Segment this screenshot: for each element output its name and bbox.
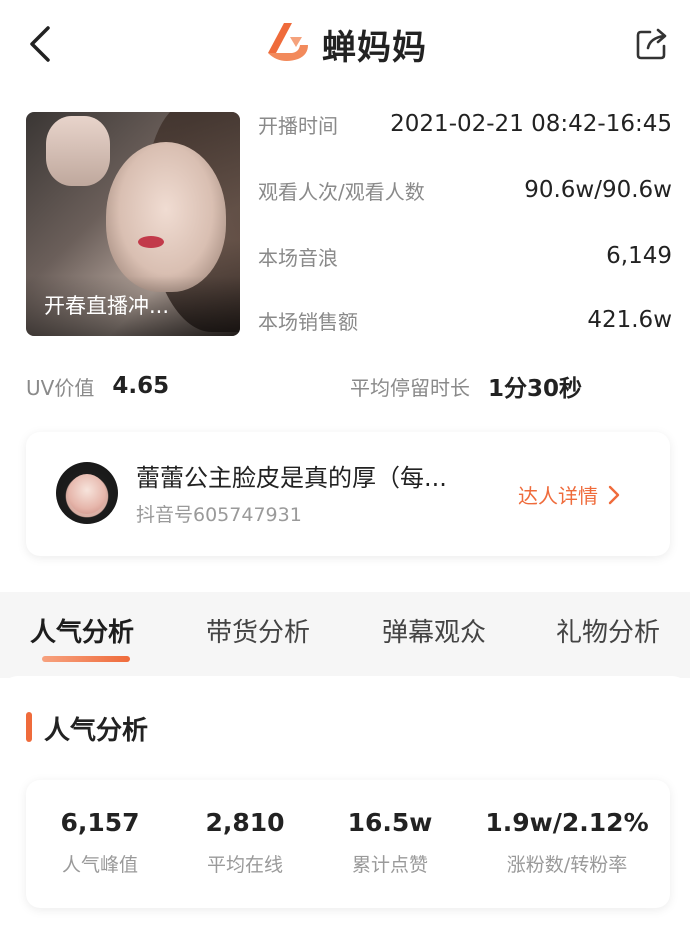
uv-metric: UV价值 4.65 — [26, 368, 169, 404]
influencer-card[interactable]: 蕾蕾公主脸皮是真的厚（每... 抖音号605747931 达人详情 — [26, 432, 670, 556]
avatar — [56, 462, 118, 524]
section-title: 人气分析 — [44, 716, 149, 746]
views-label: 观看人次/观看人数 — [258, 179, 425, 204]
share-icon[interactable] — [634, 26, 670, 62]
brand: 蝉妈妈 — [262, 18, 427, 70]
live-cover-image[interactable]: 开春直播冲... — [26, 112, 240, 336]
info-row-sales: 本场销售额 421.6w — [258, 300, 672, 340]
sales-value: 421.6w — [587, 307, 672, 333]
stat-total-likes: 16.5w 累计点赞 — [338, 806, 442, 877]
active-tab-indicator — [42, 656, 130, 662]
sound-waves-value: 6,149 — [606, 243, 672, 269]
chanmama-logo-icon — [268, 23, 308, 61]
stat-label: 人气峰值 — [61, 854, 138, 876]
avg-stay-label: 平均停留时长 — [350, 375, 470, 400]
app-header: 蝉妈妈 — [0, 0, 690, 90]
stat-label: 涨粉数/转粉率 — [506, 854, 628, 876]
influencer-name: 蕾蕾公主脸皮是真的厚（每... — [136, 464, 447, 492]
tab-sales[interactable]: 带货分析 — [206, 612, 310, 649]
views-value: 90.6w/90.6w — [524, 177, 672, 203]
avg-stay-metric: 平均停留时长 1分30秒 — [350, 368, 582, 404]
info-row-views: 观看人次/观看人数 90.6w/90.6w — [258, 170, 672, 210]
tab-comments-audience[interactable]: 弹幕观众 — [382, 612, 486, 649]
sound-waves-label: 本场音浪 — [258, 245, 338, 270]
start-time-value: 2021-02-21 08:42-16:45 — [390, 111, 672, 137]
chevron-left-icon[interactable] — [22, 24, 58, 64]
stat-value: 16.5w — [347, 808, 433, 837]
stat-value: 2,810 — [205, 808, 285, 837]
influencer-detail-label: 达人详情 — [518, 484, 598, 508]
sales-label: 本场销售额 — [258, 309, 358, 334]
info-row-start-time: 开播时间 2021-02-21 08:42-16:45 — [258, 104, 672, 144]
tab-gifts[interactable]: 礼物分析 — [556, 612, 660, 649]
uv-value: 4.65 — [112, 373, 170, 399]
stat-peak-popularity: 6,157 人气峰值 — [48, 806, 152, 877]
stat-avg-online: 2,810 平均在线 — [192, 806, 298, 877]
douyin-id: 抖音号605747931 — [136, 504, 302, 526]
info-row-sound-waves: 本场音浪 6,149 — [258, 236, 672, 276]
start-time-label: 开播时间 — [258, 113, 338, 138]
avg-stay-value: 1分30秒 — [488, 376, 583, 402]
stat-value: 6,157 — [60, 808, 140, 837]
stat-follower-gain: 1.9w/2.12% 涨粉数/转粉率 — [482, 806, 652, 877]
live-cover-title: 开春直播冲... — [26, 276, 240, 336]
stat-label: 累计点赞 — [351, 854, 428, 876]
uv-label: UV价值 — [26, 375, 95, 400]
influencer-detail-link[interactable]: 达人详情 — [518, 480, 624, 509]
stat-label: 平均在线 — [206, 854, 283, 876]
app-title: 蝉妈妈 — [322, 27, 427, 68]
stat-value: 1.9w/2.12% — [485, 808, 649, 837]
tab-popularity[interactable]: 人气分析 — [30, 612, 134, 649]
chevron-right-icon — [608, 485, 620, 504]
section-marker — [26, 712, 32, 742]
